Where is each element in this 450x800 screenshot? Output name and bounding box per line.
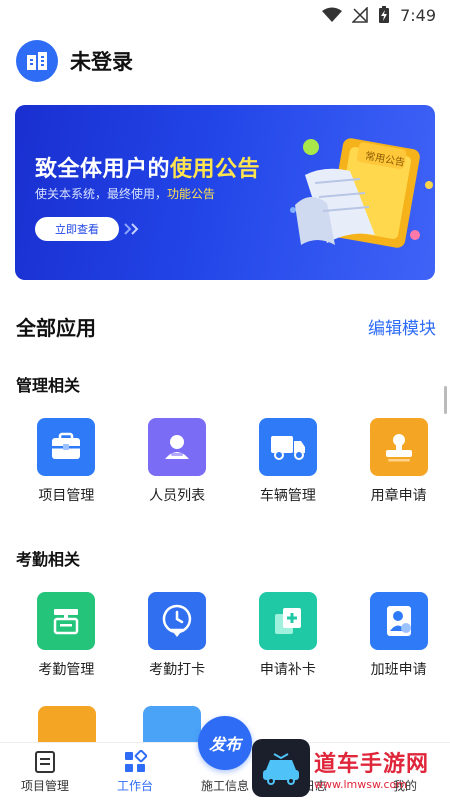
seal-icon bbox=[369, 418, 428, 476]
partial-app-icon[interactable] bbox=[38, 706, 96, 742]
watermark-url: www.lmwsw.com bbox=[314, 777, 407, 791]
app-label: 项目管理 bbox=[38, 488, 95, 504]
announcement-banner[interactable]: 致全体用户的使用公告 使关本系统，最终使用，功能公告 立即查看 常用公告 bbox=[15, 105, 435, 280]
app-staff-list[interactable]: 人员列表 bbox=[126, 418, 229, 505]
watermark-car-logo-icon bbox=[252, 739, 310, 797]
clock-pin-icon bbox=[148, 592, 207, 650]
all-apps-header: 全部应用 编辑模块 bbox=[16, 312, 436, 341]
app-label: 考勤打卡 bbox=[149, 662, 206, 678]
building-logo-icon bbox=[27, 52, 47, 70]
app-label: 加班申请 bbox=[370, 662, 427, 678]
group-title-attendance: 考勤相关 bbox=[16, 550, 81, 569]
app-label: 考勤管理 bbox=[38, 662, 95, 678]
publish-button[interactable]: 发布 bbox=[198, 716, 252, 770]
status-bar: 7:49 bbox=[0, 0, 450, 30]
group-title-management: 管理相关 bbox=[16, 376, 81, 395]
avatar[interactable] bbox=[16, 40, 58, 82]
banner-subtitle-text: 使关本系统，最终使用， bbox=[35, 187, 168, 201]
document-icon bbox=[35, 751, 55, 773]
add-card-icon bbox=[258, 592, 317, 650]
grid-icon bbox=[125, 750, 147, 772]
watermark-main: 道车手游网 bbox=[314, 751, 430, 777]
edit-modules-link[interactable]: 编辑模块 bbox=[368, 314, 436, 339]
partial-app-icon[interactable] bbox=[143, 706, 201, 742]
app-project-management[interactable]: 项目管理 bbox=[15, 418, 118, 505]
banner-title: 致全体用户的使用公告 bbox=[35, 151, 260, 183]
nav-label: 项目管理 bbox=[20, 779, 69, 793]
double-chevron-icon bbox=[124, 223, 139, 235]
app-supplement-card[interactable]: 申请补卡 bbox=[237, 592, 340, 679]
login-status[interactable]: 未登录 bbox=[70, 46, 133, 76]
watermark: 道车手游网 www.lmwsw.com bbox=[252, 738, 429, 798]
battery-charging-icon bbox=[379, 6, 390, 23]
app-attendance-management[interactable]: 考勤管理 bbox=[15, 592, 118, 679]
nav-item-project[interactable]: 项目管理 bbox=[0, 743, 90, 800]
app-attendance-clockin[interactable]: 考勤打卡 bbox=[126, 592, 229, 679]
overtime-person-icon bbox=[369, 592, 428, 650]
app-grid-management: 项目管理 人员列表 车辆管理 用章申请 bbox=[0, 418, 450, 505]
truck-icon bbox=[258, 418, 317, 476]
wifi-icon bbox=[322, 7, 343, 22]
attendance-board-icon bbox=[37, 592, 96, 650]
banner-subtitle-link: 功能公告 bbox=[167, 187, 216, 201]
no-signal-icon bbox=[352, 7, 368, 23]
banner-subtitle: 使关本系统，最终使用，功能公告 bbox=[35, 185, 215, 202]
clock-time: 7:49 bbox=[400, 5, 436, 25]
app-label: 人员列表 bbox=[149, 488, 206, 504]
app-label: 申请补卡 bbox=[259, 662, 316, 678]
person-card-icon bbox=[148, 418, 207, 476]
announcement-illustration: 常用公告 bbox=[290, 138, 433, 248]
banner-title-prefix: 致全体用户的 bbox=[35, 157, 171, 182]
app-label: 车辆管理 bbox=[259, 488, 316, 504]
scrollbar[interactable] bbox=[444, 386, 447, 414]
briefcase-icon bbox=[37, 418, 96, 476]
banner-title-highlight: 使用公告 bbox=[170, 157, 261, 182]
nav-label: 施工信息 bbox=[200, 779, 249, 793]
app-overtime-request[interactable]: 加班申请 bbox=[347, 592, 450, 679]
all-apps-title: 全部应用 bbox=[16, 316, 96, 340]
nav-item-workbench[interactable]: 工作台 bbox=[90, 743, 180, 800]
app-vehicle-management[interactable]: 车辆管理 bbox=[237, 418, 340, 505]
app-grid-attendance: 考勤管理 考勤打卡 申请补卡 加班申请 bbox=[0, 592, 450, 679]
view-now-button[interactable]: 立即查看 bbox=[35, 217, 119, 241]
header: 未登录 bbox=[0, 30, 450, 92]
app-label: 用章申请 bbox=[370, 488, 427, 504]
watermark-text: 道车手游网 www.lmwsw.com bbox=[314, 746, 429, 791]
nav-label: 工作台 bbox=[116, 779, 153, 793]
app-seal-request[interactable]: 用章申请 bbox=[347, 418, 450, 505]
